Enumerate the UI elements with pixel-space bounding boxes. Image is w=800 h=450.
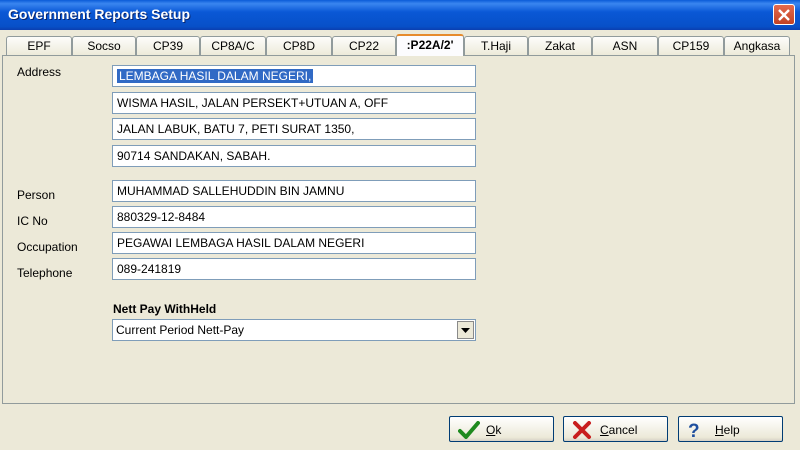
telephone-field[interactable]: 089-241819 bbox=[112, 258, 476, 280]
help-button-accel: H bbox=[715, 423, 724, 437]
address-label: Address bbox=[17, 65, 62, 79]
person-field[interactable]: MUHAMMAD SALLEHUDDIN BIN JAMNU bbox=[112, 180, 476, 202]
nett-pay-label: Nett Pay WithHeld bbox=[113, 302, 217, 316]
tab-cp159[interactable]: CP159 bbox=[658, 36, 724, 56]
address-line-4-field[interactable]: 90714 SANDAKAN, SABAH. bbox=[112, 145, 476, 167]
cancel-x-icon bbox=[573, 421, 591, 439]
ok-button-accel: O bbox=[486, 423, 496, 437]
nett-pay-select[interactable]: Current Period Nett-Pay bbox=[112, 319, 476, 341]
nett-pay-value: Current Period Nett-Pay bbox=[116, 323, 245, 337]
cancel-button[interactable]: Cancel bbox=[563, 416, 668, 442]
help-button-label: elp bbox=[723, 423, 740, 437]
address-line-2-field[interactable]: WISMA HASIL, JALAN PERSEKT+UTUAN A, OFF bbox=[112, 92, 476, 114]
tab-zakat[interactable]: Zakat bbox=[528, 36, 592, 56]
tab-socso[interactable]: Socso bbox=[72, 36, 136, 56]
chevron-down-icon bbox=[461, 328, 470, 333]
question-mark-icon: ? bbox=[688, 421, 700, 439]
tab-angkasa[interactable]: Angkasa bbox=[724, 36, 790, 56]
ok-button[interactable]: Ok bbox=[449, 416, 554, 442]
person-label: Person bbox=[17, 188, 56, 202]
cancel-button-accel: C bbox=[600, 423, 609, 437]
checkmark-icon bbox=[458, 421, 480, 439]
tab-cp39[interactable]: CP39 bbox=[136, 36, 200, 56]
telephone-label: Telephone bbox=[17, 266, 73, 280]
close-icon bbox=[778, 9, 790, 21]
tab-cp8ac[interactable]: CP8A/C bbox=[200, 36, 266, 56]
window-title: Government Reports Setup bbox=[8, 6, 191, 22]
tab-cp8d[interactable]: CP8D bbox=[266, 36, 332, 56]
dropdown-button[interactable] bbox=[457, 321, 474, 339]
tab-cp22[interactable]: CP22 bbox=[332, 36, 396, 56]
ic-no-field[interactable]: 880329-12-8484 bbox=[112, 206, 476, 228]
help-button[interactable]: ? Help bbox=[678, 416, 783, 442]
tab-cp22a[interactable]: :P22A/2' bbox=[396, 34, 464, 56]
tab-strip: EPF Socso CP39 CP8A/C CP8D CP22 :P22A/2'… bbox=[2, 34, 798, 56]
tab-asn[interactable]: ASN bbox=[592, 36, 658, 56]
close-button[interactable] bbox=[773, 4, 795, 25]
ok-button-label: k bbox=[495, 423, 502, 437]
occupation-field[interactable]: PEGAWAI LEMBAGA HASIL DALAM NEGERI bbox=[112, 232, 476, 254]
address-line-3-field[interactable]: JALAN LABUK, BATU 7, PETI SURAT 1350, bbox=[112, 118, 476, 140]
occupation-label: Occupation bbox=[17, 240, 78, 254]
title-bar[interactable]: Government Reports Setup bbox=[0, 0, 800, 30]
address-line-1-text: LEMBAGA HASIL DALAM NEGERI, bbox=[117, 69, 314, 83]
ic-no-label: IC No bbox=[17, 214, 48, 228]
cancel-button-label: ancel bbox=[608, 423, 638, 437]
tab-epf[interactable]: EPF bbox=[6, 36, 72, 56]
address-line-1-field[interactable]: LEMBAGA HASIL DALAM NEGERI, bbox=[112, 65, 476, 87]
svg-text:?: ? bbox=[688, 421, 700, 439]
tab-thaji[interactable]: T.Haji bbox=[464, 36, 528, 56]
